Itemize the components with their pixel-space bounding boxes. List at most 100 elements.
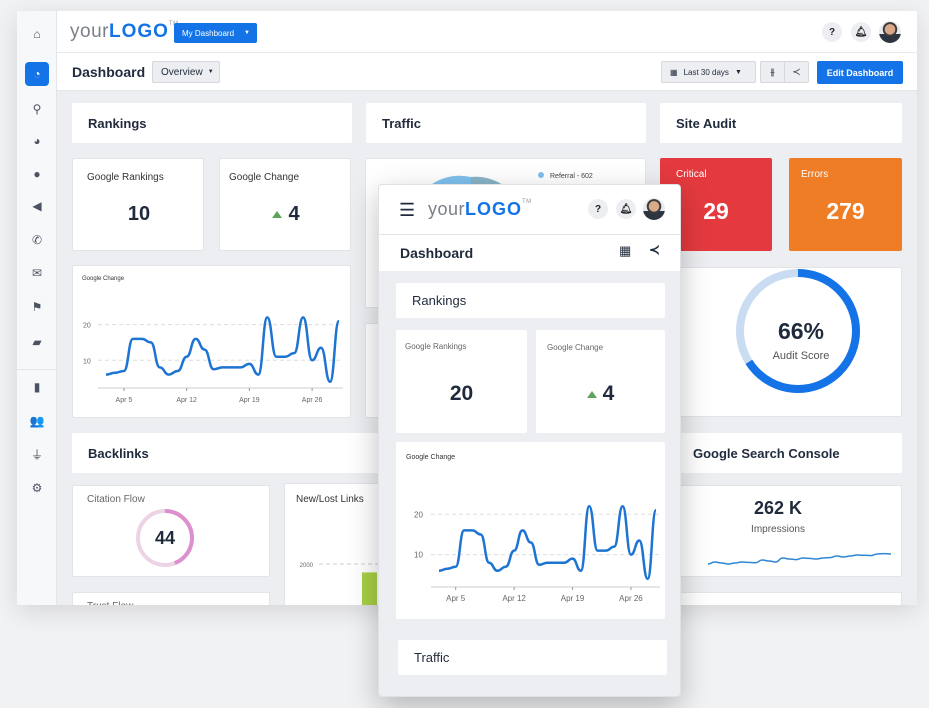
y-tick-label: 10: [83, 358, 91, 365]
help-button[interactable]: ?: [822, 22, 842, 42]
logo-text: your: [70, 21, 109, 42]
help-icon: ?: [594, 203, 602, 215]
mobile-user-avatar[interactable]: [643, 198, 665, 220]
bell-icon: 🔔︎: [854, 26, 868, 38]
citation-flow-card: Citation Flow 44: [72, 485, 270, 577]
tool-buttons: ⫵ ≺: [760, 61, 809, 83]
logo-bold-text: LOGO: [108, 21, 169, 42]
overview-dropdown[interactable]: Overview ▼: [152, 61, 220, 83]
gsc-header: Google Search Console: [677, 433, 902, 473]
google-rankings-label: Google Rankings: [405, 342, 467, 351]
shopping-bag-icon[interactable]: ▰: [25, 330, 49, 354]
google-change-label: Google Change: [229, 172, 300, 183]
series-line-impressions: [707, 552, 892, 565]
x-tick-label: Apr 12: [502, 594, 526, 603]
calendar-icon: ▦: [670, 67, 678, 77]
audit-score-label: Audit Score: [772, 350, 830, 362]
backlinks-header: Backlinks: [72, 433, 392, 473]
map-pin-icon[interactable]: ⚑: [25, 295, 49, 319]
filter-sliders-icon[interactable]: ⫵: [761, 62, 785, 82]
traffic-header: Traffic: [366, 103, 646, 143]
series-line-google-change: [105, 316, 341, 383]
edit-dashboard-button[interactable]: Edit Dashboard: [817, 61, 903, 84]
mobile-traffic-header: Traffic: [398, 640, 667, 675]
trust-flow-label: Trust Flow: [87, 601, 133, 605]
home-icon[interactable]: ⌂: [25, 22, 49, 46]
x-tick-label: Apr 5: [446, 594, 466, 603]
y-tick-label: 2000: [300, 563, 314, 569]
users-icon[interactable]: 👥: [25, 409, 49, 433]
y-tick-label: 10: [414, 551, 423, 560]
phone-icon[interactable]: ✆: [25, 228, 49, 252]
audit-score-value: 66%: [777, 318, 825, 344]
mobile-page-title: Dashboard: [400, 245, 474, 261]
hamburger-menu-icon[interactable]: ☰: [399, 201, 415, 219]
caret-down-icon: ▼: [734, 68, 742, 76]
envelope-icon[interactable]: ✉: [25, 261, 49, 285]
chat-bubble-icon[interactable]: ●: [25, 162, 49, 186]
search-icon[interactable]: ⚲: [25, 97, 49, 121]
logo-bold-text: LOGO: [465, 199, 523, 219]
mobile-top-bar: ☰ yourLOGOTM ? 🔔︎: [379, 185, 680, 235]
mobile-rankings-header: Rankings: [396, 283, 665, 318]
trend-up-icon: [586, 390, 597, 398]
date-range-picker[interactable]: ▦ Last 30 days ▼: [661, 61, 756, 83]
legend-label: Referral - 602: [550, 173, 593, 180]
x-tick-label: Apr 26: [619, 594, 643, 603]
logo[interactable]: yourLOGOTM: [70, 21, 179, 43]
google-change-value: 4: [602, 382, 615, 405]
site-audit-header: Site Audit: [660, 103, 902, 143]
notifications-button[interactable]: 🔔︎: [851, 22, 871, 42]
series-line-google-change: [438, 504, 658, 581]
y-tick-label: 20: [83, 323, 91, 330]
google-rankings-label: Google Rankings: [87, 172, 164, 183]
rankings-header: Rankings: [72, 103, 352, 143]
trust-flow-card: Trust Flow: [72, 592, 270, 605]
impressions-card: 262 K Impressions: [677, 485, 902, 577]
my-dashboard-dropdown[interactable]: My Dashboard ▼: [174, 23, 257, 43]
calendar-icon[interactable]: ▦: [619, 243, 631, 259]
share-icon[interactable]: ≺: [785, 62, 808, 82]
google-rankings-value: 10: [127, 203, 151, 225]
logo-tm: TM: [522, 199, 532, 205]
mobile-logo[interactable]: yourLOGOTM: [428, 199, 532, 220]
mobile-notifications-button[interactable]: 🔔︎: [616, 199, 636, 219]
sidebar-divider: [17, 369, 57, 370]
gsc-card-2: [677, 592, 902, 605]
pie-chart-icon[interactable]: ◕: [25, 129, 49, 153]
google-rankings-card: Google Rankings 10: [72, 158, 204, 251]
audit-score-card: 66% Audit Score: [660, 267, 902, 417]
dashboard-gauge-icon[interactable]: ◔: [25, 62, 49, 86]
page-title: Dashboard: [72, 64, 146, 80]
google-change-chart-card: Google Change 10 20 Apr 5 Apr 12 Apr 19 Apr 2…: [72, 265, 351, 418]
x-tick-label: Apr 19: [239, 397, 260, 404]
citation-flow-value: 44: [154, 528, 176, 548]
x-tick-label: Apr 12: [176, 397, 197, 404]
sidebar: ⌂ ◔ ⚲ ◕ ● ◀ ✆ ✉ ⚑ ▰ ▮ 👥 ⏚ ⚙: [17, 11, 57, 605]
google-change-label: Google Change: [547, 343, 604, 352]
mobile-help-button[interactable]: ?: [588, 199, 608, 219]
caret-down-icon: ▼: [244, 30, 250, 36]
mobile-google-change-card: Google Change 4: [536, 330, 665, 433]
caret-down-icon: ▼: [207, 69, 214, 75]
errors-label: Errors: [801, 169, 829, 180]
megaphone-icon[interactable]: ◀: [25, 194, 49, 218]
user-avatar[interactable]: [879, 21, 901, 43]
google-change-line-chart: 10 20 Apr 5 Apr 12 Apr 19 Apr 26: [83, 316, 343, 404]
mobile-google-change-line-chart: 10 20 Apr 5 Apr 12 Apr 19 Apr 26: [414, 504, 660, 603]
trend-up-icon: [272, 211, 283, 219]
critical-label: Critical: [676, 169, 707, 180]
share-icon[interactable]: ≺: [649, 242, 660, 258]
google-change-card: Google Change 4: [219, 158, 351, 251]
document-icon[interactable]: ▮: [25, 375, 49, 399]
x-tick-label: Apr 19: [561, 594, 585, 603]
date-range-label: Last 30 days: [683, 67, 729, 77]
errors-card: Errors 279: [789, 158, 902, 251]
google-change-value: 4: [288, 203, 300, 225]
settings-gear-icon[interactable]: ⚙: [25, 476, 49, 500]
legend-dot: [538, 172, 544, 178]
top-bar: yourLOGOTM My Dashboard ▼ ? 🔔︎: [57, 11, 917, 53]
plug-icon[interactable]: ⏚: [25, 442, 49, 466]
errors-value: 279: [826, 198, 865, 224]
bar-new: [362, 572, 377, 605]
